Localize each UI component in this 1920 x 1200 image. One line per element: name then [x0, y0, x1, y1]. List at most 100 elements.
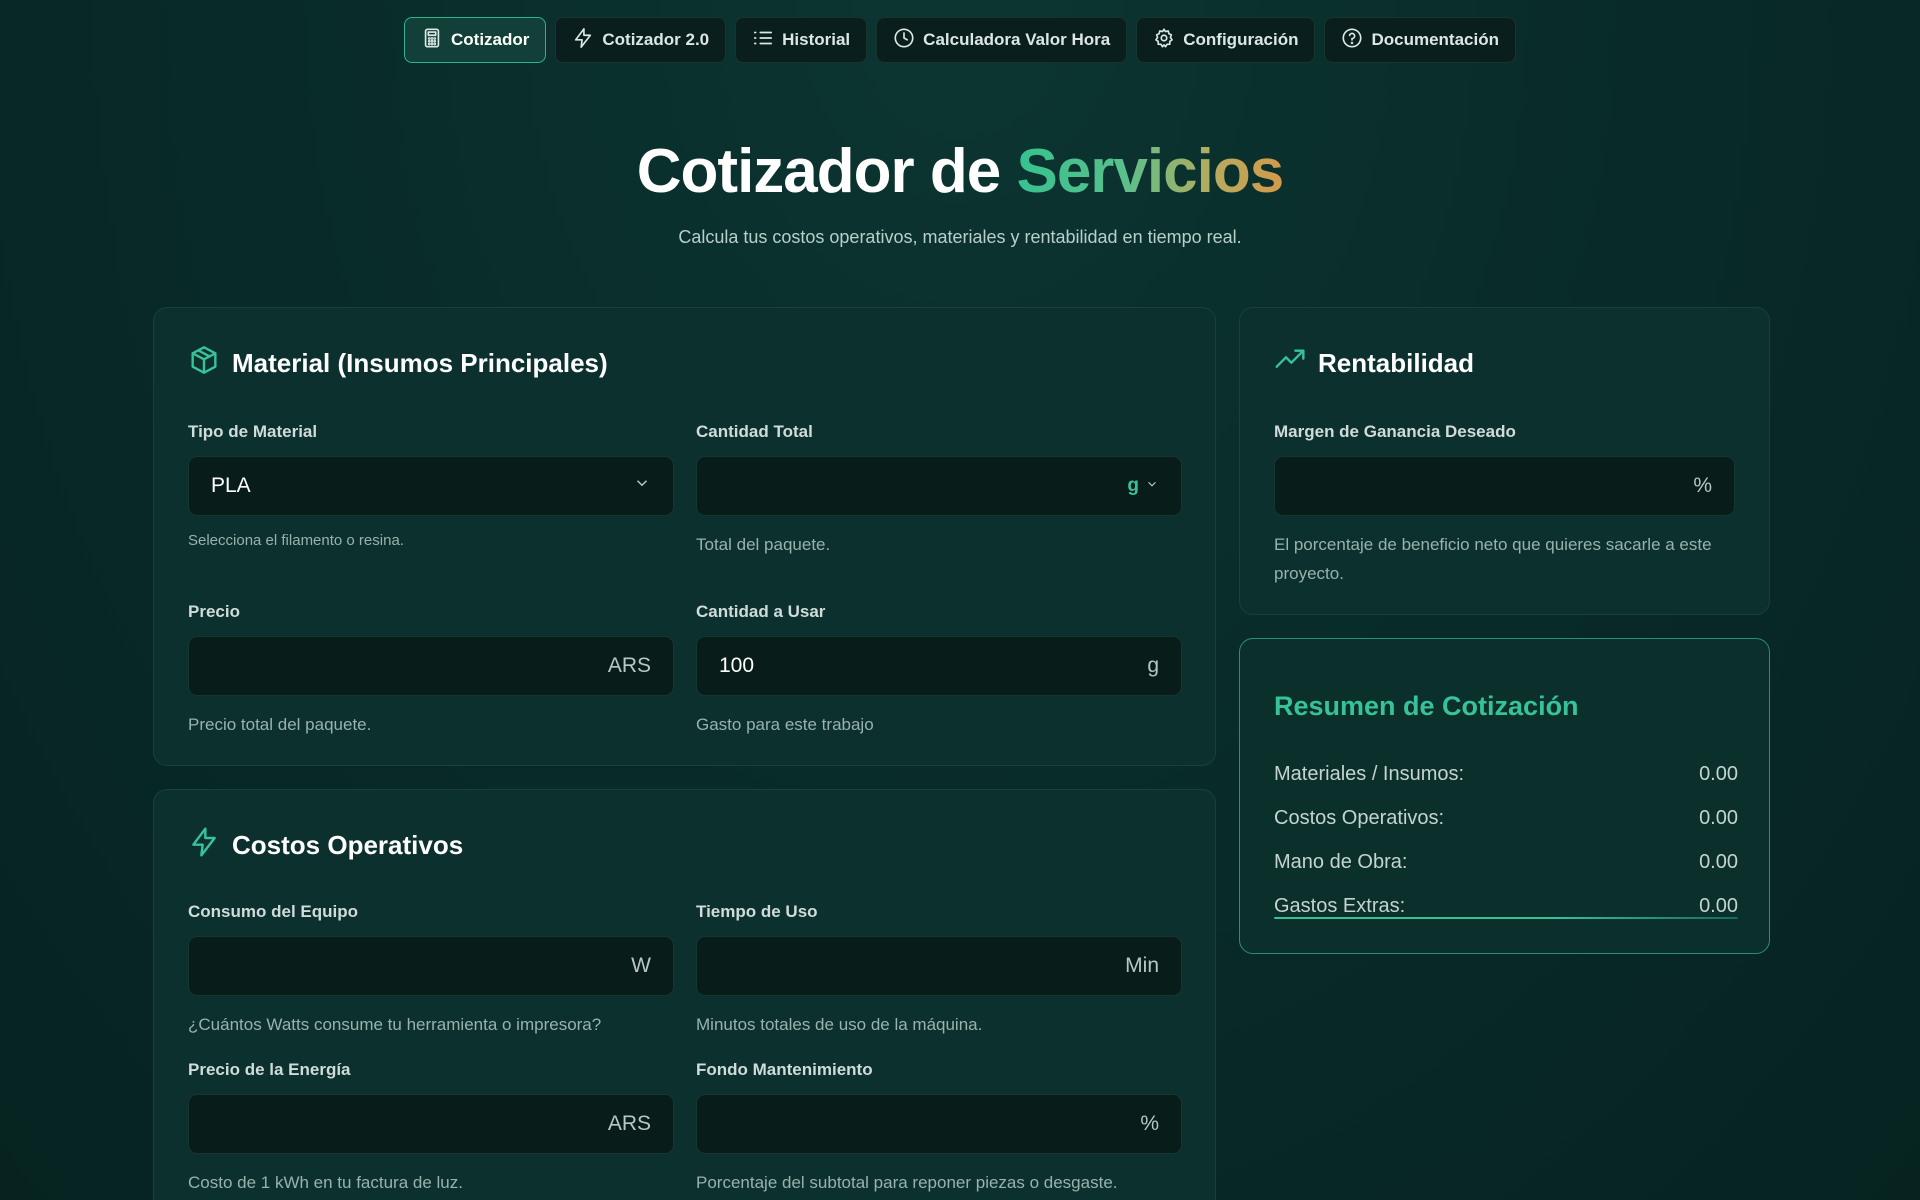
tiempo-help: Minutos totales de uso de la máquina.	[696, 1015, 983, 1034]
page-subtitle: Calcula tus costos operativos, materiale…	[678, 227, 1242, 247]
unit-select[interactable]: g	[1127, 475, 1159, 497]
fondo-mantenimiento-field: Fondo Mantenimiento % Porcentaje del sub…	[696, 1060, 1182, 1197]
title-accent: Servicios	[1016, 137, 1284, 206]
lightning-icon	[188, 826, 220, 865]
cantidad-total-label: Cantidad Total	[696, 422, 813, 441]
tipo-material-select[interactable]: PLA	[188, 456, 674, 516]
title-main: Cotizador de	[636, 137, 1017, 206]
margen-input[interactable]: %	[1274, 456, 1735, 516]
cantidad-usar-label: Cantidad a Usar	[696, 602, 826, 621]
tipo-material-value: PLA	[211, 474, 251, 497]
top-nav: Cotizador Cotizador 2.0 Historial Calcul…	[0, 17, 1920, 63]
nav-tab-historial[interactable]: Historial	[735, 17, 868, 63]
lightning-icon	[572, 27, 594, 54]
nav-tab-cotizador-2[interactable]: Cotizador 2.0	[555, 17, 727, 63]
consumo-input[interactable]: W	[188, 936, 674, 996]
consumo-label: Consumo del Equipo	[188, 902, 358, 921]
material-card: Material (Insumos Principales) Tipo de M…	[153, 307, 1216, 766]
margen-help: El porcentaje de beneficio neto que quie…	[1274, 535, 1712, 583]
cantidad-usar-help: Gasto para este trabajo	[696, 715, 874, 734]
list-icon	[752, 27, 774, 54]
tiempo-unit: Min	[1125, 954, 1159, 977]
fondo-mantenimiento-help: Porcentaje del subtotal para reponer pie…	[696, 1173, 1118, 1192]
summary-value: 0.00	[1699, 763, 1738, 785]
summary-row-mano-de-obra: Mano de Obra: 0.00	[1274, 851, 1738, 874]
cantidad-usar-input[interactable]: 100 g	[696, 636, 1182, 696]
tiempo-field: Tiempo de Uso Min Minutos totales de uso…	[696, 902, 1182, 1039]
summary-row-materiales: Materiales / Insumos: 0.00	[1274, 763, 1738, 786]
chevron-down-icon	[1145, 475, 1159, 497]
tiempo-input[interactable]: Min	[696, 936, 1182, 996]
precio-field: Precio ARS Precio total del paquete.	[188, 602, 674, 739]
summary-row-gastos-extras: Gastos Extras: 0.00	[1274, 895, 1738, 918]
precio-energia-input[interactable]: ARS	[188, 1094, 674, 1154]
precio-energia-label: Precio de la Energía	[188, 1060, 351, 1079]
consumo-field: Consumo del Equipo W ¿Cuántos Watts cons…	[188, 902, 674, 1039]
chevron-down-icon	[633, 474, 651, 498]
summary-divider	[1274, 917, 1738, 919]
precio-energia-unit: ARS	[607, 1112, 651, 1135]
precio-energia-field: Precio de la Energía ARS Costo de 1 kWh …	[188, 1060, 674, 1197]
fondo-mantenimiento-input[interactable]: %	[696, 1094, 1182, 1154]
cantidad-total-field: Cantidad Total g Total del paquete.	[696, 422, 1182, 559]
nav-tab-cotizador[interactable]: Cotizador	[404, 17, 547, 63]
unit-label: g	[1127, 475, 1139, 496]
fondo-mantenimiento-unit: %	[1140, 1112, 1159, 1135]
rentabilidad-title: Rentabilidad	[1274, 344, 1474, 383]
summary-value: 0.00	[1699, 807, 1738, 829]
nav-tab-label: Cotizador 2.0	[602, 30, 710, 49]
costos-operativos-card: Costos Operativos Consumo del Equipo W ¿…	[153, 789, 1216, 1200]
summary-label: Materiales / Insumos:	[1274, 763, 1465, 785]
summary-value: 0.00	[1699, 895, 1738, 917]
cantidad-usar-value: 100	[719, 654, 755, 677]
page-title: Cotizador de Servicios	[0, 136, 1920, 207]
resumen-card: Resumen de Cotización Materiales / Insum…	[1239, 638, 1770, 954]
summary-label: Costos Operativos:	[1274, 807, 1445, 829]
precio-unit: ARS	[607, 654, 651, 677]
margen-field: Margen de Ganancia Deseado % El porcenta…	[1274, 422, 1735, 588]
margen-label: Margen de Ganancia Deseado	[1274, 422, 1516, 441]
consumo-unit: W	[631, 954, 651, 977]
nav-tab-configuracion[interactable]: Configuración	[1136, 17, 1316, 63]
precio-input[interactable]: ARS	[188, 636, 674, 696]
gear-icon	[1153, 27, 1175, 54]
cantidad-usar-unit: g	[1147, 654, 1159, 677]
material-title-text: Material (Insumos Principales)	[232, 348, 608, 378]
margen-unit: %	[1693, 474, 1712, 497]
precio-energia-help: Costo de 1 kWh en tu factura de luz.	[188, 1173, 463, 1192]
calculator-icon	[421, 27, 443, 54]
summary-label: Gastos Extras:	[1274, 895, 1406, 917]
tiempo-label: Tiempo de Uso	[696, 902, 818, 921]
precio-label: Precio	[188, 602, 240, 621]
package-icon	[188, 344, 220, 383]
nav-tab-label: Calculadora Valor Hora	[923, 30, 1111, 49]
clock-icon	[893, 27, 915, 54]
cantidad-usar-field: Cantidad a Usar 100 g Gasto para este tr…	[696, 602, 1182, 739]
rentabilidad-title-text: Rentabilidad	[1318, 348, 1475, 378]
fondo-mantenimiento-label: Fondo Mantenimiento	[696, 1060, 873, 1079]
nav-tab-label: Historial	[782, 30, 851, 49]
tipo-material-field: Tipo de Material PLA Selecciona el filam…	[188, 422, 674, 555]
rentabilidad-card: Rentabilidad Margen de Ganancia Deseado …	[1239, 307, 1770, 615]
cantidad-total-input[interactable]: g	[696, 456, 1182, 516]
resumen-title: Resumen de Cotización	[1274, 691, 1579, 721]
costos-operativos-title: Costos Operativos	[188, 826, 463, 865]
tipo-material-label: Tipo de Material	[188, 422, 318, 441]
summary-row-operativos: Costos Operativos: 0.00	[1274, 807, 1738, 830]
app-page: Cotizador Cotizador 2.0 Historial Calcul…	[0, 0, 1920, 1200]
consumo-help: ¿Cuántos Watts consume tu herramienta o …	[188, 1015, 602, 1034]
nav-tab-label: Configuración	[1183, 30, 1299, 49]
costos-operativos-title-text: Costos Operativos	[232, 830, 464, 860]
precio-help: Precio total del paquete.	[188, 715, 372, 734]
summary-label: Mano de Obra:	[1274, 851, 1408, 873]
tipo-material-help: Selecciona el filamento o resina.	[188, 532, 404, 549]
nav-tab-label: Documentación	[1371, 30, 1499, 49]
nav-tab-calculadora-valor-hora[interactable]: Calculadora Valor Hora	[876, 17, 1128, 63]
summary-value: 0.00	[1699, 851, 1738, 873]
nav-tab-documentacion[interactable]: Documentación	[1324, 17, 1516, 63]
help-circle-icon	[1341, 27, 1363, 54]
trending-up-icon	[1274, 344, 1306, 383]
material-card-title: Material (Insumos Principales)	[188, 344, 608, 383]
nav-tab-label: Cotizador	[451, 30, 530, 49]
cantidad-total-help: Total del paquete.	[696, 535, 831, 554]
